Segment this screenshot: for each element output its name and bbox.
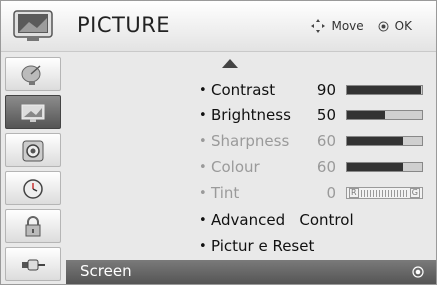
satellite-dish-icon bbox=[21, 65, 41, 85]
contrast-fill bbox=[347, 86, 421, 94]
menu-header: PICTURE Move OK bbox=[1, 1, 436, 52]
input-plug-icon bbox=[22, 259, 45, 271]
settings-list: • Contrast 90 • Brightness 50 • Sharpnes… bbox=[66, 51, 436, 259]
tint-row[interactable]: • Tint 0 R G bbox=[199, 181, 423, 205]
colour-slider[interactable] bbox=[346, 162, 423, 172]
sidebar-item-time[interactable] bbox=[5, 171, 61, 205]
screen-label: Screen bbox=[80, 262, 132, 280]
advanced-control-row[interactable]: • Advanced Control bbox=[199, 208, 354, 232]
sidebar-item-picture[interactable] bbox=[5, 95, 61, 129]
colour-label: Colour bbox=[211, 158, 260, 176]
navigation-hint: Move OK bbox=[310, 18, 412, 34]
sidebar-item-setup[interactable] bbox=[5, 57, 61, 91]
sidebar-item-input[interactable] bbox=[5, 247, 61, 281]
brightness-slider[interactable] bbox=[346, 110, 423, 120]
menu-title: PICTURE bbox=[77, 13, 171, 37]
sharpness-label: Sharpness bbox=[211, 132, 290, 150]
sharpness-row[interactable]: • Sharpness 60 bbox=[199, 129, 423, 153]
contrast-slider[interactable] bbox=[346, 85, 423, 95]
colour-value: 60 bbox=[316, 158, 336, 176]
picture-reset-label: Pictur e Reset bbox=[211, 237, 315, 255]
menu-sidebar bbox=[1, 51, 65, 284]
colour-row[interactable]: • Colour 60 bbox=[199, 155, 423, 179]
tint-value: 0 bbox=[326, 184, 336, 202]
sidebar-item-audio[interactable] bbox=[5, 133, 61, 167]
ok-button-icon bbox=[378, 21, 389, 31]
scroll-up-arrow-icon[interactable] bbox=[222, 59, 238, 68]
advanced-control-label: Advanced Control bbox=[211, 211, 354, 229]
clock-icon bbox=[23, 179, 43, 199]
tint-scale bbox=[360, 189, 408, 197]
sidebar-item-lock[interactable] bbox=[5, 209, 61, 243]
brightness-value: 50 bbox=[316, 106, 336, 124]
tint-red-label: R bbox=[349, 188, 359, 198]
brightness-fill bbox=[347, 111, 385, 119]
contrast-value: 90 bbox=[316, 81, 336, 99]
lock-icon bbox=[25, 216, 41, 237]
ok-button-icon bbox=[412, 266, 424, 278]
move-arrows-icon bbox=[311, 19, 326, 33]
tint-label: Tint bbox=[211, 184, 240, 202]
speaker-icon bbox=[22, 140, 44, 162]
brightness-row[interactable]: • Brightness 50 bbox=[199, 103, 423, 127]
sharpness-value: 60 bbox=[316, 132, 336, 150]
tv-picture-icon bbox=[21, 104, 45, 122]
sharpness-fill bbox=[347, 137, 404, 145]
colour-fill bbox=[347, 163, 404, 171]
picture-reset-row[interactable]: • Pictur e Reset bbox=[199, 234, 314, 258]
contrast-label: Contrast bbox=[211, 81, 276, 99]
move-hint-label: Move bbox=[331, 19, 364, 33]
ok-hint-label: OK bbox=[394, 19, 412, 33]
sharpness-slider[interactable] bbox=[346, 136, 423, 146]
tint-green-label: G bbox=[409, 188, 420, 198]
brightness-label: Brightness bbox=[211, 106, 291, 124]
contrast-row[interactable]: • Contrast 90 bbox=[199, 78, 423, 102]
screen-item-selected[interactable]: Screen bbox=[66, 260, 436, 284]
tv-picture-icon bbox=[13, 10, 53, 41]
picture-menu-window: PICTURE Move OK • Contrast 90 • Brightne… bbox=[0, 0, 437, 285]
tint-slider[interactable]: R G bbox=[346, 187, 423, 199]
